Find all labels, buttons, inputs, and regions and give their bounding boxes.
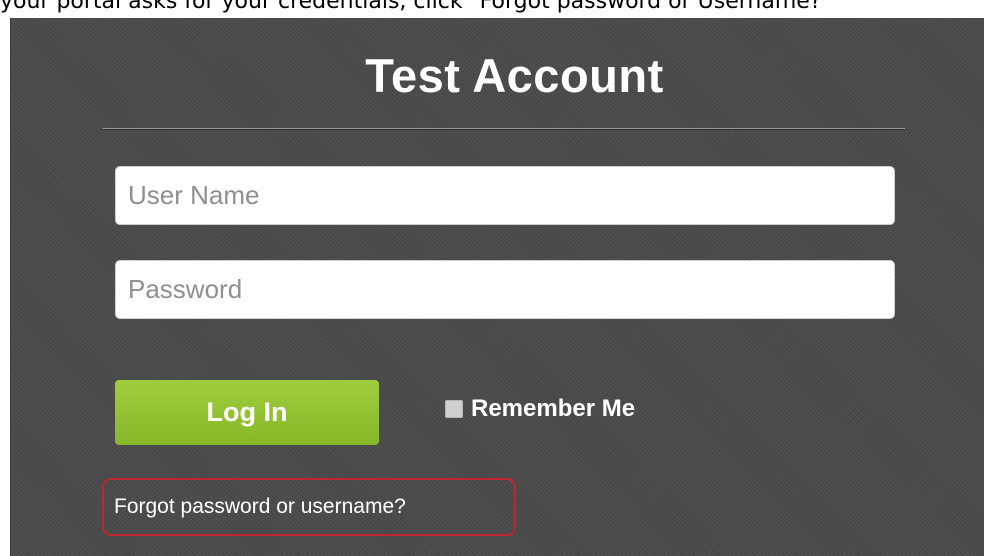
remember-me[interactable]: Remember Me bbox=[445, 394, 635, 424]
screenshot: your portal asks for your credentials, c… bbox=[0, 0, 984, 556]
login-button[interactable]: Log In bbox=[115, 380, 379, 445]
username-input[interactable] bbox=[115, 166, 895, 225]
password-input[interactable] bbox=[115, 260, 895, 319]
login-panel: Test Account Log In Remember Me Forgot p… bbox=[10, 18, 984, 556]
title-divider bbox=[103, 128, 905, 130]
account-title: Test Account bbox=[365, 49, 664, 102]
remember-me-label[interactable]: Remember Me bbox=[471, 395, 635, 423]
instruction-caption: your portal asks for your credentials, c… bbox=[0, 0, 832, 14]
remember-me-checkbox[interactable] bbox=[445, 400, 463, 418]
forgot-password-link[interactable]: Forgot password or username? bbox=[102, 478, 516, 536]
